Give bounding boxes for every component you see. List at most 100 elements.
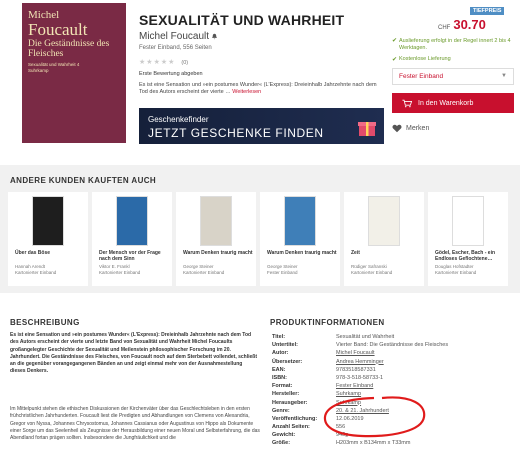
info-value[interactable]: Andrea Hemminger xyxy=(336,358,384,366)
also-bought-heading: ANDERE KUNDEN KAUFTEN AUCH xyxy=(10,176,157,185)
info-row: Übersetzer: Andrea Hemminger xyxy=(272,358,512,366)
chevron-down-icon: ▼ xyxy=(501,73,507,79)
cover-publisher: Suhrkamp xyxy=(28,68,49,73)
star-icon: ★ xyxy=(168,59,175,66)
author-link[interactable]: Michel Foucault xyxy=(139,31,209,42)
product-card-cover[interactable] xyxy=(452,196,484,246)
read-more-link[interactable]: Weiterlesen xyxy=(232,89,261,95)
info-value: 978-3-518-58733-1 xyxy=(336,374,384,381)
product-card-cover[interactable] xyxy=(284,196,316,246)
info-value: H203mm x B134mm x T33mm xyxy=(336,440,411,447)
description-heading: BESCHREIBUNG xyxy=(10,318,80,327)
product-card-title[interactable]: Warum Denken traurig macht xyxy=(183,250,255,256)
product-teaser: Es ist eine Sensation und »ein postumes … xyxy=(139,82,379,96)
product-card[interactable]: Der Mensch vor der Frage nach dem Sinn Vi… xyxy=(92,192,172,286)
info-key: Übersetzer: xyxy=(272,358,303,365)
product-format: Fester Einband, 556 Seiten xyxy=(139,45,212,51)
heart-icon xyxy=(392,124,402,133)
info-row: EAN: 9783518587331 xyxy=(272,366,512,374)
cover-title: Die Geständnisse des Fleisches xyxy=(28,39,110,59)
product-card-meta: George Steiner Fester Einband xyxy=(267,264,339,275)
add-to-cart-button[interactable]: In den Warenkorb xyxy=(392,93,514,113)
cover-name: Foucault xyxy=(28,20,88,39)
info-row: Format: Fester Einband xyxy=(272,382,512,390)
book-cover[interactable]: Michel Foucault Die Geständnisse des Fle… xyxy=(22,3,126,143)
product-card-format: Kartonierter Einband xyxy=(183,269,225,275)
product-card[interactable]: Zeit Rüdiger Safranski Kartonierter Einban… xyxy=(344,192,424,286)
info-value: Vierter Band: Die Geständnisse des Fleis… xyxy=(336,342,449,349)
star-icon: ★ xyxy=(160,59,168,66)
price-value: 30.70 xyxy=(453,17,486,32)
also-bought-section: ANDERE KUNDEN KAUFTEN AUCH Über das Böse… xyxy=(0,165,520,293)
rating-stars: ★ ★ ★ ★ ★ (0) xyxy=(139,59,188,66)
gift-finder-banner[interactable]: Geschenkefinder JETZT GESCHENKE FINDEN xyxy=(139,108,384,144)
product-card-format: Kartonierter Einband xyxy=(351,269,393,275)
info-key: Titel: xyxy=(272,334,286,340)
product-card-format: Kartonierter Einband xyxy=(15,269,57,275)
info-row: Größe: H203mm x B134mm x T33mm xyxy=(272,439,512,447)
star-icon: ★ xyxy=(146,59,153,66)
info-value: 9783518587331 xyxy=(336,366,376,373)
product-card-meta: Rüdiger Safranski Kartonierter Einband xyxy=(351,264,423,275)
price-currency: CHF xyxy=(438,25,451,31)
info-row: Autor: Michel Foucault xyxy=(272,349,512,357)
product-card-cover[interactable] xyxy=(368,196,400,246)
banner-big-text: JETZT GESCHENKE FINDEN xyxy=(148,126,324,140)
shipping-text: Kostenlose Lieferung xyxy=(399,56,451,62)
product-card[interactable]: Warum Denken traurig macht George Steiner… xyxy=(260,192,340,286)
product-card-cover[interactable] xyxy=(32,196,64,246)
product-card-format: Fester Einband xyxy=(267,269,298,275)
info-key: EAN: xyxy=(272,366,286,373)
info-row: ISBN: 978-3-518-58733-1 xyxy=(272,374,512,382)
check-icon: ✔ xyxy=(392,38,398,44)
product-card-format: Kartonierter Einband xyxy=(435,269,477,275)
product-card-cover[interactable] xyxy=(200,196,232,246)
availability-info: ✔ Auslieferung erfolgt in der Regel inne… xyxy=(392,38,516,52)
banner-small-text: Geschenkefinder xyxy=(148,115,209,124)
gift-icon xyxy=(358,122,376,136)
product-author[interactable]: Michel Foucault xyxy=(139,31,218,42)
check-icon: ✔ xyxy=(392,57,398,63)
star-icon: ★ xyxy=(139,59,146,66)
availability-text: Auslieferung erfolgt in der Regel innert… xyxy=(399,38,511,51)
cart-icon xyxy=(402,99,412,107)
shipping-info: ✔ Kostenlose Lieferung xyxy=(392,56,451,63)
first-review-link[interactable]: Erste Bewertung abgeben xyxy=(139,71,203,77)
product-title: SEXUALITÄT UND WAHRHEIT xyxy=(139,12,345,28)
product-card-meta: Douglas Hofstadter Kartonierter Einband xyxy=(435,264,507,275)
price: CHF 30.70 xyxy=(438,17,486,32)
product-card[interactable]: Gödel, Escher, Bach - ein Endloses Geflo… xyxy=(428,192,508,286)
product-info-heading: PRODUKTINFORMATIONEN xyxy=(270,318,385,327)
info-value[interactable]: Fester Einband xyxy=(336,382,373,390)
product-card-title[interactable]: Über das Böse xyxy=(15,250,87,256)
description-body: Im Mittelpunkt stehen die ethischen Disk… xyxy=(10,406,260,442)
product-card-meta: Hannah Arendt Kartonierter Einband xyxy=(15,264,87,275)
product-card-meta: Viktor E. Frankl Kartonierter Einband xyxy=(99,264,171,275)
product-card-title[interactable]: Der Mensch vor der Frage nach dem Sinn xyxy=(99,250,171,262)
product-card-title[interactable]: Warum Denken traurig macht xyxy=(267,250,339,256)
product-card-cover[interactable] xyxy=(116,196,148,246)
bell-icon[interactable] xyxy=(211,33,218,40)
format-select[interactable]: Fester Einband ▼ xyxy=(392,68,514,85)
also-bought-list: Über das Böse Hannah Arendt Kartonierter E… xyxy=(8,192,508,286)
info-key: Untertitel: xyxy=(272,342,298,349)
wishlist-button[interactable]: Merken xyxy=(392,124,429,133)
description-intro: Es ist eine Sensation und »ein postumes … xyxy=(10,332,257,375)
product-card-format: Kartonierter Einband xyxy=(99,269,141,275)
product-card-title[interactable]: Gödel, Escher, Bach - ein Endloses Geflo… xyxy=(435,250,507,262)
info-key: ISBN: xyxy=(272,374,287,381)
cart-label: In den Warenkorb xyxy=(418,99,474,107)
product-card[interactable]: Über das Böse Hannah Arendt Kartonierter E… xyxy=(8,192,88,286)
product-card-meta: George Steiner Kartonierter Einband xyxy=(183,264,255,275)
product-card-title[interactable]: Zeit xyxy=(351,250,423,256)
star-icon: ★ xyxy=(153,59,160,66)
low-price-badge: TIEFPREIS xyxy=(470,7,505,15)
info-value[interactable]: Michel Foucault xyxy=(336,349,375,357)
merken-label: Merken xyxy=(406,125,430,132)
info-key: Größe: xyxy=(272,440,291,447)
format-selected-value: Fester Einband xyxy=(399,73,444,80)
rating-count: (0) xyxy=(181,59,189,66)
info-key: Format: xyxy=(272,383,293,390)
info-key: Autor: xyxy=(272,350,289,357)
product-card[interactable]: Warum Denken traurig macht George Steiner… xyxy=(176,192,256,286)
